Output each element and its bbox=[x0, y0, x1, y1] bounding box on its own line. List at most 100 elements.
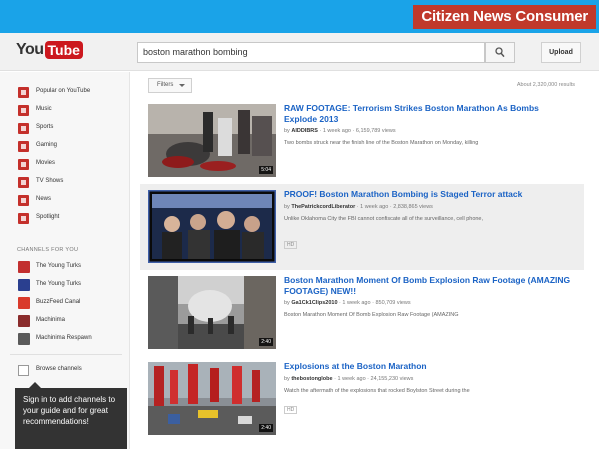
youtube-logo[interactable]: You Tube bbox=[16, 41, 83, 61]
tv-icon bbox=[18, 177, 29, 188]
movies-icon bbox=[18, 159, 29, 170]
sports-icon bbox=[18, 123, 29, 134]
sidebar-item-label: Sports bbox=[36, 124, 54, 130]
filters-button[interactable]: Filters bbox=[148, 78, 192, 93]
search-button[interactable] bbox=[485, 42, 515, 63]
sidebar-item-music[interactable]: Music bbox=[0, 102, 130, 118]
video-age: 1 week ago bbox=[360, 204, 389, 210]
video-meta: by Ga1Ck1Clips2010 · 1 week ago · 850,70… bbox=[284, 300, 411, 306]
video-channel[interactable]: AIDDIBRS bbox=[291, 128, 318, 134]
thumbnail-image bbox=[148, 104, 276, 177]
hd-badge: HD bbox=[284, 241, 298, 249]
sidebar-item-label: Movies bbox=[36, 160, 56, 166]
video-title[interactable]: Boston Marathon Moment Of Bomb Explosion… bbox=[284, 275, 574, 296]
video-views: 2,838,865 views bbox=[393, 204, 433, 210]
video-channel[interactable]: ThePatrickcordLiberator bbox=[291, 204, 355, 210]
channel-label: BuzzFeed Canal bbox=[36, 299, 81, 305]
result-item[interactable]: 5:04 RAW FOOTAGE: Terrorism Strikes Bost… bbox=[140, 98, 584, 184]
video-views: 850,709 views bbox=[375, 300, 411, 306]
result-item[interactable]: PROOF! Boston Marathon Bombing is Staged… bbox=[140, 184, 584, 270]
channels-section-title: CHANNELS FOR YOU bbox=[17, 247, 79, 253]
spotlight-icon bbox=[18, 213, 29, 224]
browse-channels-label: Browse channels bbox=[36, 366, 82, 372]
video-description: Watch the aftermath of the explosions th… bbox=[284, 388, 470, 394]
sidebar-item-popular[interactable]: Popular on YouTube bbox=[0, 84, 130, 100]
sidebar-item-gaming[interactable]: Gaming bbox=[0, 138, 130, 154]
youtube-header: You Tube boston marathon bombing Upload bbox=[0, 33, 599, 71]
video-thumbnail[interactable] bbox=[148, 190, 276, 263]
thumbnail-image bbox=[148, 276, 276, 349]
video-meta: by ThePatrickcordLiberator · 1 week ago … bbox=[284, 204, 433, 210]
sidebar-item-label: Spotlight bbox=[36, 214, 60, 220]
video-description: Unlike Oklahoma City the FBI cannot conf… bbox=[284, 216, 484, 222]
upload-button[interactable]: Upload bbox=[541, 42, 581, 63]
channel-item[interactable]: BuzzFeed Canal bbox=[0, 295, 130, 311]
video-duration: 2:40 bbox=[259, 424, 273, 432]
sidebar-item-news[interactable]: News bbox=[0, 192, 130, 208]
channel-item[interactable]: The Young Turks bbox=[0, 259, 130, 275]
sidebar-item-label: Popular on YouTube bbox=[36, 88, 91, 94]
signin-tooltip: Sign in to add channels to your guide an… bbox=[15, 382, 127, 449]
video-views: 6,159,789 views bbox=[355, 128, 396, 134]
video-channel[interactable]: thebostonglobe bbox=[291, 376, 332, 382]
video-meta: by AIDDIBRS · 1 week ago · 6,159,789 vie… bbox=[284, 128, 396, 134]
filters-label: Filters bbox=[157, 82, 174, 88]
popular-icon bbox=[18, 87, 29, 98]
result-item[interactable]: 2:40 Explosions at the Boston Marathon b… bbox=[140, 356, 584, 442]
video-title[interactable]: RAW FOOTAGE: Terrorism Strikes Boston Ma… bbox=[284, 103, 574, 124]
video-thumbnail[interactable]: 2:40 bbox=[148, 276, 276, 349]
video-description: Boston Marathon Moment Of Bomb Explosion… bbox=[284, 312, 459, 318]
channel-avatar bbox=[18, 261, 30, 273]
hd-badge: HD bbox=[284, 406, 298, 414]
result-item[interactable]: 2:40 Boston Marathon Moment Of Bomb Expl… bbox=[140, 270, 584, 356]
video-views: 24,155,230 views bbox=[370, 376, 414, 382]
channel-avatar bbox=[18, 297, 30, 309]
video-title[interactable]: Explosions at the Boston Marathon bbox=[284, 361, 574, 372]
sidebar-item-sports[interactable]: Sports bbox=[0, 120, 130, 136]
video-channel[interactable]: Ga1Ck1Clips2010 bbox=[291, 300, 337, 306]
logo-tube-text: Tube bbox=[44, 41, 83, 59]
video-description: Two bombs struck near the finish line of… bbox=[284, 140, 479, 146]
results-count: About 2,320,000 results bbox=[516, 82, 575, 88]
channel-label: Machinima Respawn bbox=[36, 335, 92, 341]
video-thumbnail[interactable]: 2:40 bbox=[148, 362, 276, 435]
video-duration: 5:04 bbox=[259, 166, 273, 174]
sidebar-divider bbox=[10, 354, 122, 355]
video-thumbnail[interactable]: 5:04 bbox=[148, 104, 276, 177]
sidebar-item-tv-shows[interactable]: TV Shows bbox=[0, 174, 130, 190]
sidebar-item-movies[interactable]: Movies bbox=[0, 156, 130, 172]
channel-item[interactable]: The Young Turks bbox=[0, 277, 130, 293]
video-age: 1 week ago bbox=[337, 376, 366, 382]
sidebar-item-spotlight[interactable]: Spotlight bbox=[0, 210, 130, 226]
thumbnail-image bbox=[148, 190, 276, 263]
channel-avatar bbox=[18, 315, 30, 327]
browse-icon bbox=[18, 365, 29, 376]
screenshot-frame: Citizen News Consumer You Tube boston mar… bbox=[0, 0, 599, 449]
chevron-down-icon bbox=[179, 84, 185, 87]
browse-channels-button[interactable]: Browse channels bbox=[0, 362, 130, 378]
video-meta: by thebostonglobe · 1 week ago · 24,155,… bbox=[284, 376, 414, 382]
sidebar-item-label: TV Shows bbox=[36, 178, 64, 184]
thumbnail-image bbox=[148, 362, 276, 435]
channel-avatar bbox=[18, 333, 30, 345]
channel-item[interactable]: Machinima bbox=[0, 313, 130, 329]
search-input[interactable]: boston marathon bombing bbox=[137, 42, 485, 63]
channel-label: The Young Turks bbox=[36, 281, 82, 287]
top-banner: Citizen News Consumer bbox=[0, 0, 599, 33]
music-icon bbox=[18, 105, 29, 116]
news-icon bbox=[18, 195, 29, 206]
video-age: 1 week ago bbox=[342, 300, 371, 306]
channel-item[interactable]: Machinima Respawn bbox=[0, 331, 130, 347]
gaming-icon bbox=[18, 141, 29, 152]
guide-sidebar: Popular on YouTube Music Sports Gaming M… bbox=[0, 72, 130, 449]
logo-you-text: You bbox=[16, 41, 44, 58]
sidebar-item-label: Music bbox=[36, 106, 52, 112]
sidebar-item-label: Gaming bbox=[36, 142, 58, 148]
channel-label: The Young Turks bbox=[36, 263, 82, 269]
channel-avatar bbox=[18, 279, 30, 291]
channel-label: Machinima bbox=[36, 317, 66, 323]
video-duration: 2:40 bbox=[259, 338, 273, 346]
banner-label: Citizen News Consumer bbox=[413, 5, 596, 29]
video-title[interactable]: PROOF! Boston Marathon Bombing is Staged… bbox=[284, 189, 574, 200]
video-age: 1 week ago bbox=[322, 128, 351, 134]
